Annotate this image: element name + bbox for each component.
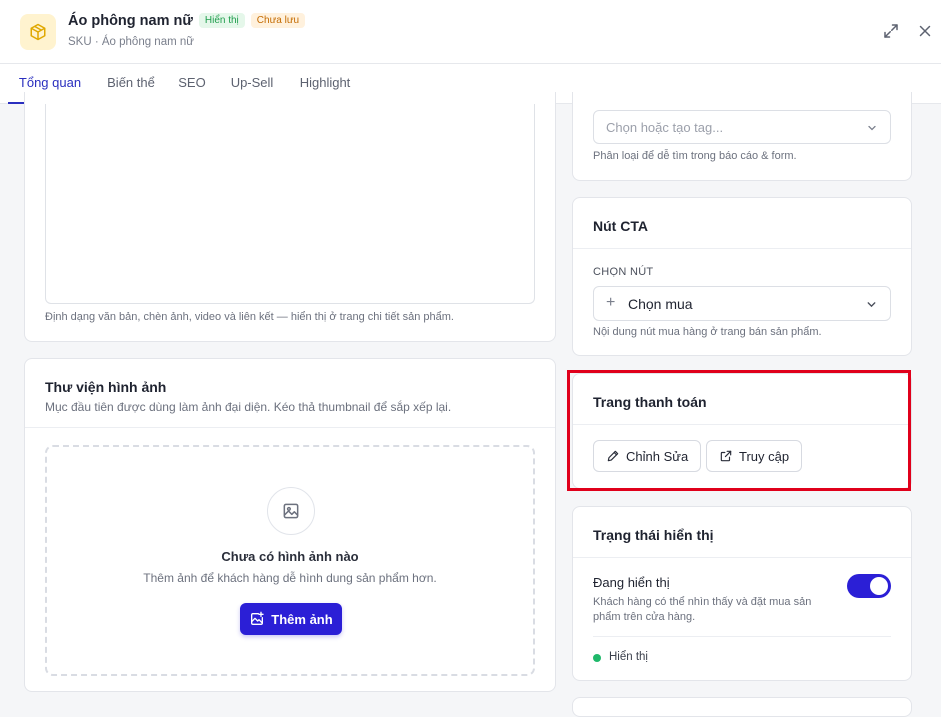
visibility-toggle[interactable] bbox=[847, 574, 891, 598]
product-subtitle: SKU · Áo phông nam nữ bbox=[68, 36, 194, 48]
divider bbox=[573, 424, 911, 425]
chevron-down-icon bbox=[868, 125, 876, 131]
image-dropzone[interactable]: Chưa có hình ảnh nào Thêm ảnh để khách h… bbox=[45, 445, 535, 676]
chevron-down-icon bbox=[867, 302, 876, 308]
checkout-title: Trang thanh toán bbox=[593, 394, 707, 410]
edit-checkout-label: Chỉnh Sửa bbox=[626, 448, 689, 464]
tags-hint: Phân loại để dễ tìm trong báo cáo & form… bbox=[593, 150, 797, 162]
divider bbox=[573, 248, 911, 249]
plus-icon: + bbox=[606, 294, 616, 311]
status-dot bbox=[593, 654, 601, 662]
visit-checkout-button[interactable]: Truy cập bbox=[706, 440, 803, 472]
tags-placeholder: Chọn hoặc tạo tag... bbox=[606, 120, 724, 135]
edit-checkout-button[interactable]: Chỉnh Sửa bbox=[593, 440, 702, 472]
package-icon bbox=[30, 23, 46, 41]
external-link-icon bbox=[720, 450, 732, 462]
toggle-label: Đang hiển thị bbox=[593, 575, 670, 590]
gallery-title: Thư viện hình ảnh bbox=[45, 379, 167, 395]
description-hint: Định dạng văn bản, chèn ảnh, video và li… bbox=[45, 311, 454, 323]
next-card bbox=[572, 697, 912, 717]
close-icon[interactable] bbox=[916, 22, 934, 40]
cta-hint: Nội dung nút mua hàng ở trang bán sản ph… bbox=[593, 326, 822, 338]
visibility-title: Trạng thái hiển thị bbox=[593, 527, 714, 543]
description-editor[interactable] bbox=[45, 104, 535, 304]
add-image-button[interactable]: Thêm ảnh bbox=[240, 603, 342, 635]
cta-selected: Chọn mua bbox=[628, 296, 693, 312]
expand-icon[interactable] bbox=[882, 22, 900, 40]
visible-badge: Hiển thị bbox=[198, 13, 245, 28]
add-image-label: Thêm ảnh bbox=[271, 611, 333, 627]
toggle-knob bbox=[870, 577, 888, 595]
product-title: Áo phông nam nữ Hiển thị Chưa lưu bbox=[68, 13, 306, 29]
image-icon bbox=[283, 503, 299, 519]
image-placeholder bbox=[267, 487, 315, 535]
cta-select[interactable]: + Chọn mua bbox=[593, 286, 891, 321]
toggle-description: Khách hàng có thể nhìn thấy và đặt mua s… bbox=[593, 596, 812, 623]
product-title-text: Áo phông nam nữ bbox=[68, 13, 193, 29]
unsaved-badge: Chưa lưu bbox=[250, 13, 306, 28]
pencil-icon bbox=[607, 450, 619, 462]
divider bbox=[25, 427, 555, 428]
divider bbox=[573, 557, 911, 558]
gallery-subtitle: Mục đầu tiên được dùng làm ảnh đại diện.… bbox=[45, 400, 452, 414]
cta-field-label: CHỌN NÚT bbox=[593, 266, 654, 278]
empty-gallery-title: Chưa có hình ảnh nào bbox=[221, 549, 359, 564]
tags-select[interactable]: Chọn hoặc tạo tag... bbox=[593, 110, 891, 144]
cta-title: Nút CTA bbox=[593, 218, 648, 234]
empty-gallery-text: Thêm ảnh để khách hàng dễ hình dung sản … bbox=[143, 571, 437, 585]
modal-header: Áo phông nam nữ Hiển thị Chưa lưu SKU · Áo… bbox=[0, 0, 941, 64]
cta-card: Nút CTA CHỌN NÚT Nội dung nút mua hàng ở… bbox=[572, 197, 912, 356]
add-image-icon bbox=[251, 611, 264, 625]
divider bbox=[593, 636, 891, 637]
product-logo bbox=[20, 14, 56, 50]
status-text: Hiển thị bbox=[609, 651, 648, 663]
visit-checkout-label: Truy cập bbox=[739, 448, 790, 464]
